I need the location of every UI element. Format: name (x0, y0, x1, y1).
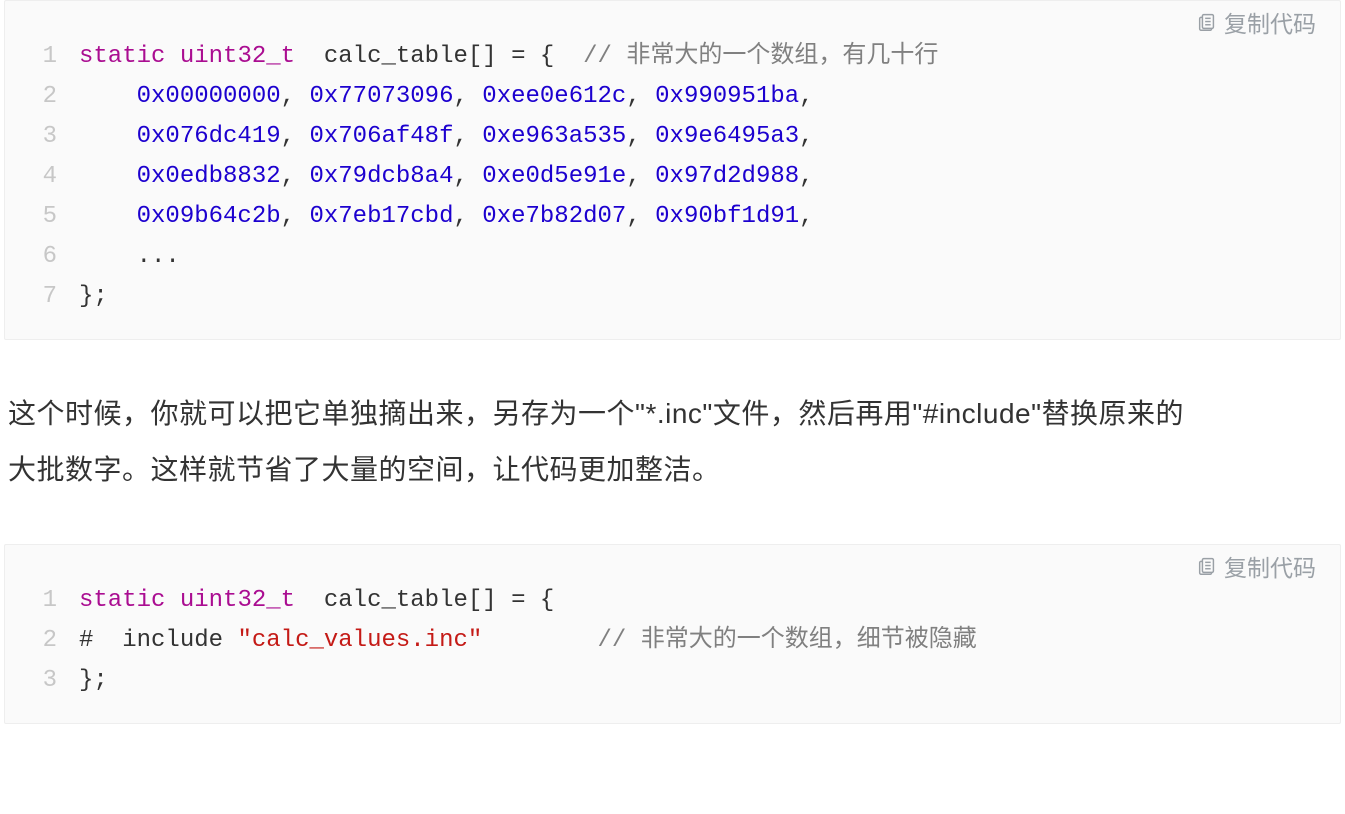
hex-literal: 0x90bf1d91 (655, 203, 799, 230)
punct: [] = { (468, 43, 554, 70)
ellipsis: ... (137, 243, 180, 270)
hex-literal: 0x77073096 (309, 83, 453, 110)
hex-literal: 0x00000000 (137, 83, 281, 110)
code-block-2: 复制代码 1 static uint32_t calc_table[] = { 2… (4, 544, 1341, 724)
comment: // 非常大的一个数组，有几十行 (583, 43, 938, 70)
line-number: 2 (35, 621, 57, 661)
type-uint32: uint32_t (180, 587, 295, 614)
string-literal: "calc_values.inc" (237, 627, 482, 654)
identifier: calc_table (324, 587, 468, 614)
hex-literal: 0x09b64c2b (137, 203, 281, 230)
hex-literal: 0x97d2d988 (655, 163, 799, 190)
keyword-static: static (79, 587, 165, 614)
line-number: 6 (35, 237, 57, 277)
line-number: 2 (35, 77, 57, 117)
code-block-1: 复制代码 1 static uint32_t calc_table[] = { /… (4, 0, 1341, 340)
line-number: 1 (35, 581, 57, 621)
identifier: calc_table (324, 43, 468, 70)
hex-literal: 0xe7b82d07 (482, 203, 626, 230)
line-number: 4 (35, 157, 57, 197)
type-uint32: uint32_t (180, 43, 295, 70)
keyword-static: static (79, 43, 165, 70)
code-content-2: 1 static uint32_t calc_table[] = { 2 # inc… (13, 581, 1332, 701)
line-number: 3 (35, 661, 57, 701)
explanatory-paragraph: 这个时候，你就可以把它单独摘出来，另存为一个"*.inc"文件，然后再用"#in… (8, 386, 1188, 498)
code-content-1: 1 static uint32_t calc_table[] = { // 非常大… (13, 37, 1332, 317)
hex-literal: 0xe0d5e91e (482, 163, 626, 190)
line-number: 7 (35, 277, 57, 317)
hex-literal: 0x7eb17cbd (309, 203, 453, 230)
copy-code-button[interactable]: 复制代码 (1196, 11, 1316, 37)
brace-close: }; (79, 667, 108, 694)
preproc-include: include (122, 627, 223, 654)
brace-close: }; (79, 283, 108, 310)
hex-literal: 0xe963a535 (482, 123, 626, 150)
hex-literal: 0x076dc419 (137, 123, 281, 150)
copy-code-label: 复制代码 (1224, 13, 1316, 36)
hex-literal: 0x990951ba (655, 83, 799, 110)
punct: [] = { (468, 587, 554, 614)
hex-literal: 0x0edb8832 (137, 163, 281, 190)
hex-literal: 0x9e6495a3 (655, 123, 799, 150)
preproc-hash: # (79, 627, 93, 654)
line-number: 5 (35, 197, 57, 237)
line-number: 1 (35, 37, 57, 77)
copy-icon (1196, 11, 1218, 37)
copy-code-label: 复制代码 (1224, 557, 1316, 580)
hex-literal: 0x706af48f (309, 123, 453, 150)
copy-icon (1196, 555, 1218, 581)
hex-literal: 0x79dcb8a4 (309, 163, 453, 190)
comment: // 非常大的一个数组，细节被隐藏 (598, 627, 977, 654)
line-number: 3 (35, 117, 57, 157)
copy-code-button[interactable]: 复制代码 (1196, 555, 1316, 581)
hex-literal: 0xee0e612c (482, 83, 626, 110)
